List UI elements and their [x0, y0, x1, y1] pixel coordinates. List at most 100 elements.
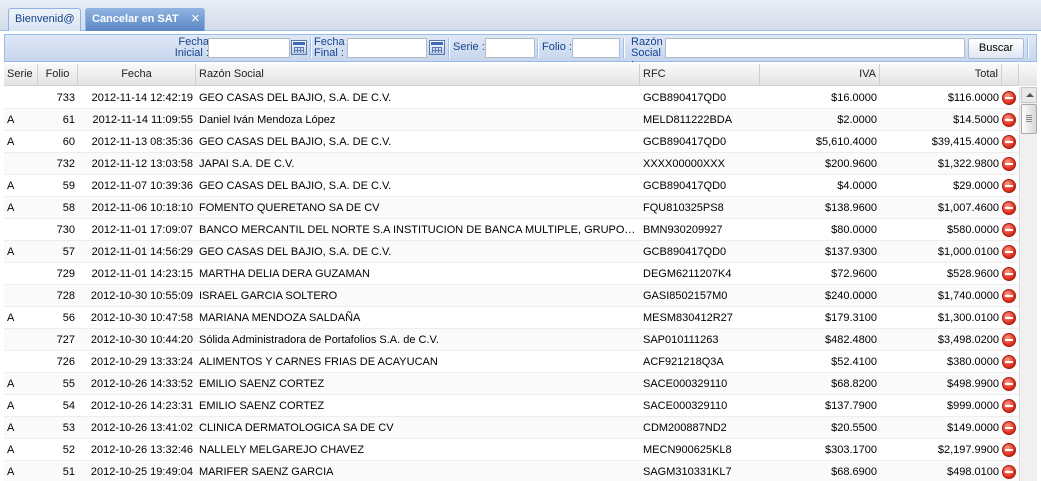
- cancel-icon[interactable]: [1002, 333, 1016, 347]
- calendar-icon[interactable]: [429, 40, 445, 55]
- cell-folio: 60: [62, 136, 75, 148]
- cell-serie: A: [7, 246, 15, 258]
- cell-folio: 730: [56, 224, 75, 236]
- column-header-razon-social[interactable]: Razón Social: [196, 64, 640, 86]
- cell-folio: 54: [62, 400, 75, 412]
- cell-razon-social: GEO CASAS DEL BAJIO, S.A. DE C.V.: [199, 246, 392, 258]
- cell-fecha: 2012-11-01 14:23:15: [91, 268, 193, 280]
- cell-rfc: GASI8502157M0: [643, 290, 728, 302]
- table-row[interactable]: A 60 2012-11-13 08:35:36 GEO CASAS DEL BAJI…: [4, 131, 1019, 153]
- column-header-total[interactable]: Total: [880, 64, 1002, 86]
- cell-fecha: 2012-10-30 10:44:20: [90, 334, 193, 346]
- cell-razon-social: MARTHA DELIA DERA GUZAMAN: [199, 268, 370, 280]
- toolbar-separator: [537, 38, 539, 58]
- cell-razon-social: CLINICA DERMATOLOGICA SA DE CV: [199, 422, 394, 434]
- close-icon[interactable]: ✕: [191, 9, 200, 30]
- column-header-serie[interactable]: Serie: [4, 64, 38, 86]
- cancel-icon[interactable]: [1002, 355, 1016, 369]
- cell-iva: $137.9300: [825, 246, 877, 258]
- cancel-icon[interactable]: [1002, 399, 1016, 413]
- search-button[interactable]: Buscar: [968, 38, 1024, 59]
- tab-cancelar-en-sat[interactable]: Cancelar en SAT ✕: [85, 8, 205, 31]
- table-row[interactable]: A 52 2012-10-26 13:32:46 NALLELY MELGAREJO …: [4, 439, 1019, 461]
- fecha-final-input[interactable]: [347, 38, 427, 58]
- table-row[interactable]: A 56 2012-10-30 10:47:58 MARIANA MENDOZA SA…: [4, 307, 1019, 329]
- cell-total: $29.0000: [953, 180, 999, 192]
- table-row[interactable]: A 51 2012-10-25 19:49:04 MARIFER SAENZ GARC…: [4, 461, 1019, 481]
- cell-fecha: 2012-10-26 13:41:02: [90, 422, 193, 434]
- cell-total: $14.5000: [953, 114, 999, 126]
- cancel-icon[interactable]: [1002, 223, 1016, 237]
- cancel-icon[interactable]: [1002, 311, 1016, 325]
- cancel-icon[interactable]: [1002, 179, 1016, 193]
- vertical-scrollbar[interactable]: [1019, 87, 1037, 481]
- cell-fecha: 2012-11-01 14:56:29: [91, 246, 193, 258]
- fecha-inicial-input[interactable]: [208, 38, 290, 58]
- table-row[interactable]: A 54 2012-10-26 14:23:31 EMILIO SAENZ CORTE…: [4, 395, 1019, 417]
- column-header-folio[interactable]: Folio: [38, 64, 78, 86]
- cancel-icon[interactable]: [1002, 201, 1016, 215]
- toolbar-separator: [1027, 38, 1029, 58]
- cancel-icon[interactable]: [1002, 421, 1016, 435]
- cell-serie: [4, 153, 38, 175]
- tab-bienvenido[interactable]: Bienvenid@: [8, 8, 81, 31]
- cell-iva: $68.6900: [831, 466, 877, 478]
- calendar-icon[interactable]: [291, 40, 307, 55]
- table-row[interactable]: A 59 2012-11-07 10:39:36 GEO CASAS DEL BAJI…: [4, 175, 1019, 197]
- cell-rfc: MECN900625KL8: [643, 444, 732, 456]
- table-row[interactable]: 728 2012-10-30 10:55:09 ISRAEL GARCIA SOLT…: [4, 285, 1019, 307]
- cell-folio: 729: [56, 268, 75, 280]
- cell-iva: $68.8200: [831, 378, 877, 390]
- razon-social-input[interactable]: [665, 38, 965, 58]
- table-row[interactable]: 727 2012-10-30 10:44:20 Sólida Administrad…: [4, 329, 1019, 351]
- toolbar-separator: [310, 38, 312, 58]
- table-row[interactable]: 733 2012-11-14 12:42:19 GEO CASAS DEL BAJI…: [4, 87, 1019, 109]
- cancel-icon[interactable]: [1002, 245, 1016, 259]
- column-header-rfc[interactable]: RFC: [640, 64, 760, 86]
- cell-rfc: CDM200887ND2: [643, 422, 727, 434]
- cell-razon-social: MARIANA MENDOZA SALDAÑA: [199, 312, 361, 324]
- cancel-icon[interactable]: [1002, 157, 1016, 171]
- cancel-icon[interactable]: [1002, 443, 1016, 457]
- table-row[interactable]: A 61 2012-11-14 11:09:55 Daniel Iván Mendoz…: [4, 109, 1019, 131]
- serie-input[interactable]: [485, 38, 535, 58]
- table-row[interactable]: A 53 2012-10-26 13:41:02 CLINICA DERMATOLOG…: [4, 417, 1019, 439]
- table-row[interactable]: A 57 2012-11-01 14:56:29 GEO CASAS DEL BAJI…: [4, 241, 1019, 263]
- cancel-icon[interactable]: [1002, 289, 1016, 303]
- cancel-icon[interactable]: [1002, 91, 1016, 105]
- cell-folio: 55: [62, 378, 75, 390]
- scroll-thumb[interactable]: [1021, 104, 1037, 134]
- cell-rfc: SAGM310331KL7: [643, 466, 732, 478]
- cell-iva: $4.0000: [837, 180, 877, 192]
- column-header-actions: [1002, 64, 1019, 86]
- folio-input[interactable]: [572, 38, 620, 58]
- cell-total: $498.9900: [947, 378, 999, 390]
- table-row[interactable]: A 58 2012-11-06 10:18:10 FOMENTO QUERETANO …: [4, 197, 1019, 219]
- grid-header: Serie Folio Fecha Razón Social RFC IVA T…: [4, 64, 1037, 86]
- cell-fecha: 2012-11-06 10:18:10: [91, 202, 193, 214]
- cancel-icon[interactable]: [1002, 465, 1016, 479]
- tab-bar: Bienvenid@ Cancelar en SAT ✕: [0, 0, 1041, 31]
- cancel-icon[interactable]: [1002, 377, 1016, 391]
- cancel-icon[interactable]: [1002, 267, 1016, 281]
- cell-folio: 733: [56, 92, 75, 104]
- table-row[interactable]: 730 2012-11-01 17:09:07 BANCO MERCANTIL DE…: [4, 219, 1019, 241]
- column-header-iva[interactable]: IVA: [760, 64, 880, 86]
- cell-serie: [4, 219, 38, 241]
- cancel-icon[interactable]: [1002, 135, 1016, 149]
- cell-razon-social: ALIMENTOS Y CARNES FRIAS DE ACAYUCAN: [199, 356, 438, 368]
- cell-fecha: 2012-11-14 11:09:55: [92, 114, 193, 126]
- table-row[interactable]: 732 2012-11-12 13:03:58 JAPAI S.A. DE C.V.…: [4, 153, 1019, 175]
- cell-fecha: 2012-10-26 14:23:31: [90, 400, 193, 412]
- cell-serie: A: [7, 422, 15, 434]
- table-row[interactable]: 729 2012-11-01 14:23:15 MARTHA DELIA DERA …: [4, 263, 1019, 285]
- cell-razon-social: ISRAEL GARCIA SOLTERO: [199, 290, 338, 302]
- table-row[interactable]: A 55 2012-10-26 14:33:52 EMILIO SAENZ CORTE…: [4, 373, 1019, 395]
- column-header-fecha[interactable]: Fecha: [78, 64, 196, 86]
- cell-iva: $137.7900: [825, 400, 877, 412]
- cell-iva: $138.9600: [825, 202, 877, 214]
- cancel-icon[interactable]: [1002, 113, 1016, 127]
- cell-razon-social: FOMENTO QUERETANO SA DE CV: [199, 202, 380, 214]
- scroll-up-arrow-icon[interactable]: [1021, 87, 1037, 103]
- table-row[interactable]: 726 2012-10-29 13:33:24 ALIMENTOS Y CARNES…: [4, 351, 1019, 373]
